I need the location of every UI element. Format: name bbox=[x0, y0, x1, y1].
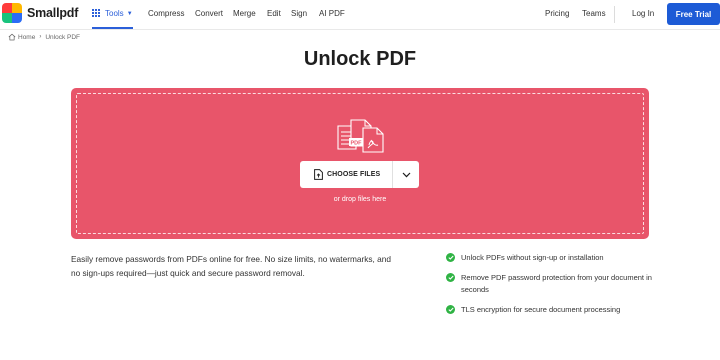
nav-link-teams[interactable]: Teams bbox=[582, 9, 606, 18]
chevron-right-icon: › bbox=[39, 34, 42, 40]
feature-text: TLS encryption for secure document proce… bbox=[461, 305, 621, 314]
free-trial-button[interactable]: Free Trial bbox=[667, 3, 720, 25]
header-divider bbox=[0, 29, 720, 30]
nav-link-merge[interactable]: Merge bbox=[233, 9, 256, 18]
breadcrumb-current: Unlock PDF bbox=[45, 33, 81, 41]
nav-link-sign[interactable]: Sign bbox=[291, 9, 307, 18]
feature-item: TLS encryption for secure document proce… bbox=[446, 304, 661, 316]
nav-link-convert[interactable]: Convert bbox=[195, 9, 223, 18]
feature-text: Remove PDF password protection from your… bbox=[461, 273, 652, 294]
page-title: Unlock PDF bbox=[303, 48, 417, 70]
file-upload-icon bbox=[314, 169, 323, 180]
check-circle-icon bbox=[446, 305, 455, 314]
choose-files-button-group: CHOOSE FILES bbox=[300, 161, 419, 188]
nav-link-ai-pdf[interactable]: AI PDF bbox=[319, 9, 345, 18]
nav-link-edit[interactable]: Edit bbox=[267, 9, 281, 18]
grid-icon bbox=[92, 9, 101, 18]
drop-hint: or drop files here bbox=[333, 196, 387, 203]
pdf-files-icon: PDF bbox=[337, 119, 384, 153]
home-icon bbox=[8, 33, 16, 41]
feature-item: Remove PDF password protection from your… bbox=[446, 272, 661, 296]
tools-label: Tools bbox=[105, 9, 124, 18]
caret-down-icon: ▼ bbox=[126, 10, 133, 17]
login-link[interactable]: Log In bbox=[632, 9, 654, 18]
nav-divider bbox=[614, 6, 615, 23]
tool-description: Easily remove passwords from PDFs online… bbox=[71, 254, 391, 278]
smallpdf-logo-icon bbox=[2, 3, 22, 23]
chevron-down-icon bbox=[402, 172, 410, 177]
breadcrumb: Home › Unlock PDF bbox=[8, 33, 80, 41]
check-circle-icon bbox=[446, 273, 455, 282]
choose-files-button[interactable]: CHOOSE FILES bbox=[300, 161, 392, 188]
check-circle-icon bbox=[446, 253, 455, 262]
brand-logo[interactable]: Smallpdf bbox=[2, 3, 78, 23]
brand-name: Smallpdf bbox=[27, 6, 79, 20]
nav-link-compress[interactable]: Compress bbox=[148, 9, 184, 18]
breadcrumb-home[interactable]: Home bbox=[18, 34, 35, 41]
feature-item: Unlock PDFs without sign-up or installat… bbox=[446, 252, 661, 264]
feature-text: Unlock PDFs without sign-up or installat… bbox=[461, 253, 604, 262]
tools-menu-button[interactable]: Tools ▼ bbox=[92, 0, 133, 29]
nav-link-pricing[interactable]: Pricing bbox=[545, 9, 569, 18]
file-source-dropdown-button[interactable] bbox=[393, 161, 419, 188]
top-nav: Smallpdf Tools ▼ Compress Convert Merge … bbox=[0, 0, 720, 29]
svg-text:PDF: PDF bbox=[351, 141, 363, 147]
choose-files-label: CHOOSE FILES bbox=[327, 171, 381, 178]
